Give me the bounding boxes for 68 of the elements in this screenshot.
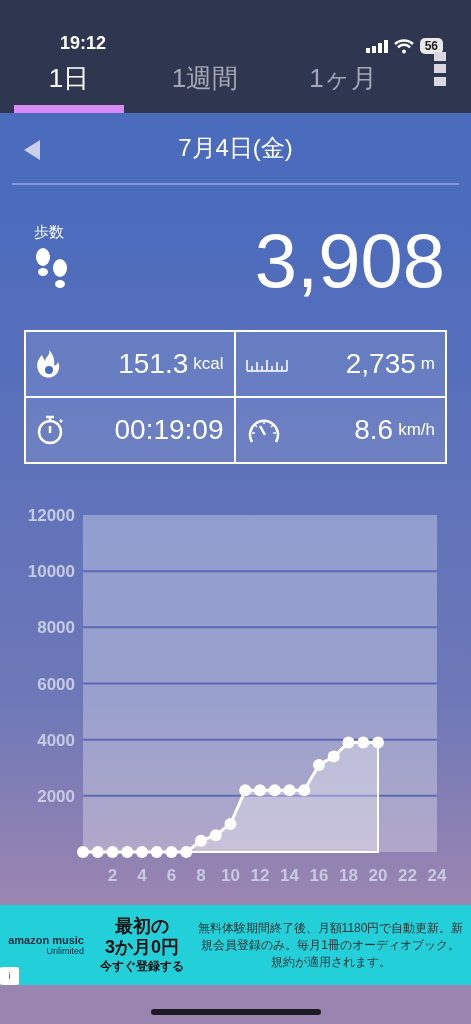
ad-headline: 3か月0円 [105,936,179,958]
stat-unit: kcal [193,354,224,374]
ad-logo: amazon music [8,934,84,946]
battery-level: 56 [419,38,443,54]
stat-unit: km/h [398,420,435,440]
ad-call-to-action: 今すぐ登録する [100,957,184,975]
stopwatch-icon [36,414,64,446]
stat-value: 8.6 [354,414,394,446]
ad-headline: 最初の [115,915,169,937]
x-axis-label: 6 [166,866,177,885]
x-axis-label: 4 [137,866,147,885]
x-axis-label: 22 [398,866,417,885]
data-point [195,834,207,847]
y-axis-label: 12000 [27,506,75,525]
data-point [357,736,370,749]
y-axis-label: 8000 [37,618,75,638]
stat-value: 151.3 [118,348,189,380]
period-tab[interactable]: 1ヶ月 [288,58,398,113]
stat-value: 00:19:09 [114,414,224,446]
period-tab[interactable]: 1週間 [150,58,260,113]
data-point [298,784,311,797]
status-time: 19:12 [60,33,107,54]
data-point [372,736,384,749]
data-point [342,736,355,749]
data-point [239,784,252,797]
flame-icon [36,349,62,379]
previous-day-icon[interactable] [24,140,40,160]
ad-info-badge[interactable]: i [0,967,19,985]
x-axis-label: 12 [250,866,270,885]
data-point [106,846,119,858]
data-point [121,846,134,858]
data-point [165,846,178,858]
x-axis-label: 20 [368,866,388,885]
ad-logo-subtitle: Unlimited [46,946,84,956]
data-point [77,846,89,858]
x-axis-label: 8 [196,866,206,885]
x-axis-label: 16 [309,866,329,885]
date-title: 7月4日(金) [178,133,293,163]
data-point [313,758,325,771]
step-count: 3,908 [254,217,445,304]
x-axis-label: 10 [221,866,240,885]
steps-label: 歩数 [34,223,65,242]
signal-icon [365,39,388,53]
x-axis-label: 2 [107,866,118,885]
data-point [150,846,163,858]
data-point [283,784,296,797]
menu-icon[interactable] [434,52,446,86]
stat-value: 2,735 [345,348,416,380]
y-axis-label: 6000 [37,674,75,694]
data-point [136,846,148,858]
y-axis-label: 10000 [27,562,75,582]
ad-banner[interactable]: amazon music Unlimited 最初の 3か月0円 今すぐ登録する 無料体験期間終了後、月額1180円で自動更新。新規会員登録のみ。毎月1冊のオーディオブック。規約が適用されます。 i [0,905,471,985]
y-axis-label: 4000 [37,730,75,750]
data-point [224,817,237,830]
x-axis-label: 14 [280,866,299,885]
x-axis-label: 18 [339,866,358,885]
data-point [91,846,104,858]
data-point [254,784,266,797]
period-tab[interactable]: 1日 [14,58,124,113]
data-point [180,846,193,858]
data-point [327,750,340,763]
data-point [268,784,281,797]
wifi-icon [393,38,414,54]
stat-unit: m [420,354,435,374]
ad-terms: 無料体験期間終了後、月額1180円で自動更新。新規会員登録のみ。毎月1冊のオーディオブック。規約が適用されます。 [196,919,465,971]
data-point [209,829,222,842]
x-axis-label: 24 [427,866,447,885]
y-axis-label: 2000 [37,786,75,806]
